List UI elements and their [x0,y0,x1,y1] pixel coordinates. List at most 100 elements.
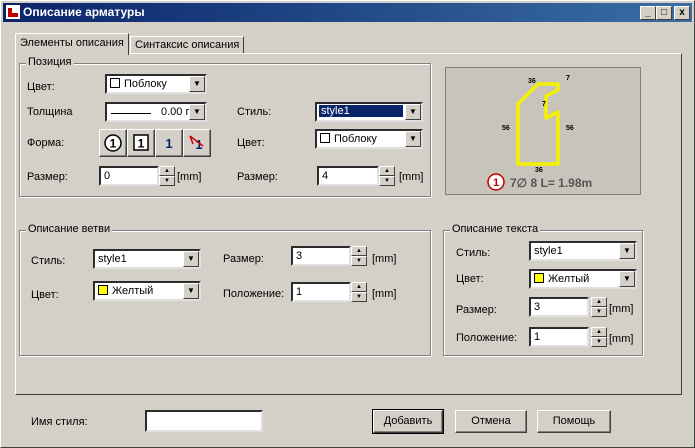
svg-text:1: 1 [110,137,117,151]
boxed-number-icon: 1 [133,134,149,151]
branch-size-unit: [mm] [372,253,397,265]
branch-legend: Описание ветви [26,223,113,235]
tab-elements[interactable]: Элементы описания [15,33,129,55]
minimize-button[interactable]: _ [640,6,656,20]
branch-position-spinner[interactable]: ▲ ▼ [351,282,367,302]
position-color-value: Поблоку [124,78,167,90]
svg-text:7∅ 8 L= 1.98m: 7∅ 8 L= 1.98m [510,176,592,190]
position-size-input[interactable]: 0 [99,166,159,186]
branch-color-value: Желтый [112,285,154,297]
text-size-label: Размер: [456,304,497,316]
text-color-select[interactable]: Желтый ▼ [529,269,637,289]
color-swatch-white [110,78,120,88]
svg-text:1: 1 [165,136,172,151]
chevron-down-icon[interactable]: ▼ [405,131,421,147]
svg-text:7: 7 [542,101,546,108]
shape-label: Форма: [27,137,65,149]
branch-size-spinner[interactable]: ▲ ▼ [351,246,367,266]
text-position-label: Положение: [456,332,518,344]
shape-buttons: 1 1 1 1 [99,129,213,157]
branch-color-select[interactable]: Желтый ▼ [93,281,201,301]
position-color2-label: Цвет: [237,137,265,149]
chevron-down-icon[interactable]: ▼ [183,283,199,299]
text-position-spinner[interactable]: ▲ ▼ [591,327,607,347]
plain-number-icon: 1 [165,136,172,151]
text-color-value: Желтый [548,273,590,285]
branch-position-unit: [mm] [372,288,397,300]
style-name-label: Имя стиля: [31,416,88,428]
svg-text:1: 1 [493,177,499,189]
branch-style-select[interactable]: style1 ▼ [93,249,201,269]
position-color2-select[interactable]: Поблоку ▼ [315,129,423,149]
branch-style-value: style1 [98,253,127,265]
style-name-input[interactable] [145,410,263,432]
app-icon [6,5,20,19]
chevron-down-icon[interactable]: ▼ [183,251,199,267]
chevron-down-icon[interactable]: ▼ [619,271,635,287]
color-swatch-white [320,133,330,143]
svg-text:56: 56 [502,125,510,132]
position-size-unit: [mm] [177,171,202,183]
svg-text:36: 36 [535,167,543,174]
text-position-unit: [mm] [609,333,634,345]
position-size2-spinner[interactable]: ▲ ▼ [379,166,395,186]
text-size-input[interactable]: 3 [529,297,589,317]
branch-size-label: Размер: [223,253,264,265]
color-swatch-yellow [534,273,544,283]
chevron-down-icon[interactable]: ▼ [189,76,205,92]
circled-number-icon: 1 [104,134,122,152]
position-color-select[interactable]: Поблоку ▼ [105,74,207,94]
help-button[interactable]: Помощь [537,410,611,433]
branch-color-label: Цвет: [31,289,59,301]
text-style-value: style1 [534,245,563,257]
close-button[interactable]: x [674,6,690,20]
position-size-label: Размер: [27,171,68,183]
shape-crossed-button[interactable]: 1 [183,129,211,157]
text-style-label: Стиль: [456,247,491,259]
title-bar[interactable]: Описание арматуры _ □ x [3,3,692,22]
position-style-select[interactable]: style1 ▼ [315,102,423,122]
position-size2-input[interactable]: 4 [317,166,379,186]
position-legend: Позиция [26,56,74,68]
text-size-spinner[interactable]: ▲ ▼ [591,297,607,317]
chevron-down-icon[interactable]: ▼ [405,104,421,120]
rebar-shape-drawing: 36 7 7 56 56 36 1 7∅ 8 L= 1.98m [487,75,592,191]
thickness-label: Толщина [27,106,73,118]
thickness-select[interactable]: 0.00 г ▼ [105,102,207,122]
maximize-button[interactable]: □ [656,6,672,20]
svg-text:7: 7 [566,75,570,82]
crossed-number-icon: 1 [189,135,204,152]
add-button[interactable]: Добавить [372,409,444,434]
svg-text:56: 56 [566,125,574,132]
color-swatch-yellow [98,285,108,295]
svg-text:36: 36 [528,78,536,85]
branch-style-label: Стиль: [31,255,66,267]
position-size2-label: Размер: [237,171,278,183]
tab-syntax[interactable]: Синтаксис описания [130,36,245,54]
shape-boxed-button[interactable]: 1 [127,129,155,157]
text-legend: Описание текста [450,223,541,235]
dialog-window: Описание арматуры _ □ x Элементы описани… [0,0,695,448]
position-style-label: Стиль: [237,106,272,118]
text-position-input[interactable]: 1 [529,327,589,347]
line-sample [111,113,151,114]
position-color2-value: Поблоку [334,133,377,145]
position-size2-unit: [mm] [399,171,424,183]
chevron-down-icon[interactable]: ▼ [189,104,205,120]
window-title: Описание арматуры [23,5,145,19]
svg-text:1: 1 [138,137,145,151]
branch-size-input[interactable]: 3 [291,246,351,266]
branch-position-input[interactable]: 1 [291,282,351,302]
chevron-down-icon[interactable]: ▼ [619,243,635,259]
shape-circled-button[interactable]: 1 [99,129,127,157]
shape-plain-button[interactable]: 1 [155,129,183,157]
position-color-label: Цвет: [27,81,55,93]
text-style-select[interactable]: style1 ▼ [529,241,637,261]
text-color-label: Цвет: [456,273,484,285]
thickness-value: 0.00 г [161,106,190,118]
branch-position-label: Положение: [223,288,285,300]
position-style-value: style1 [319,105,403,117]
position-size-spinner[interactable]: ▲ ▼ [159,166,175,186]
rebar-preview: 36 7 7 56 56 36 1 7∅ 8 L= 1.98m [445,67,641,195]
cancel-button[interactable]: Отмена [455,410,527,433]
